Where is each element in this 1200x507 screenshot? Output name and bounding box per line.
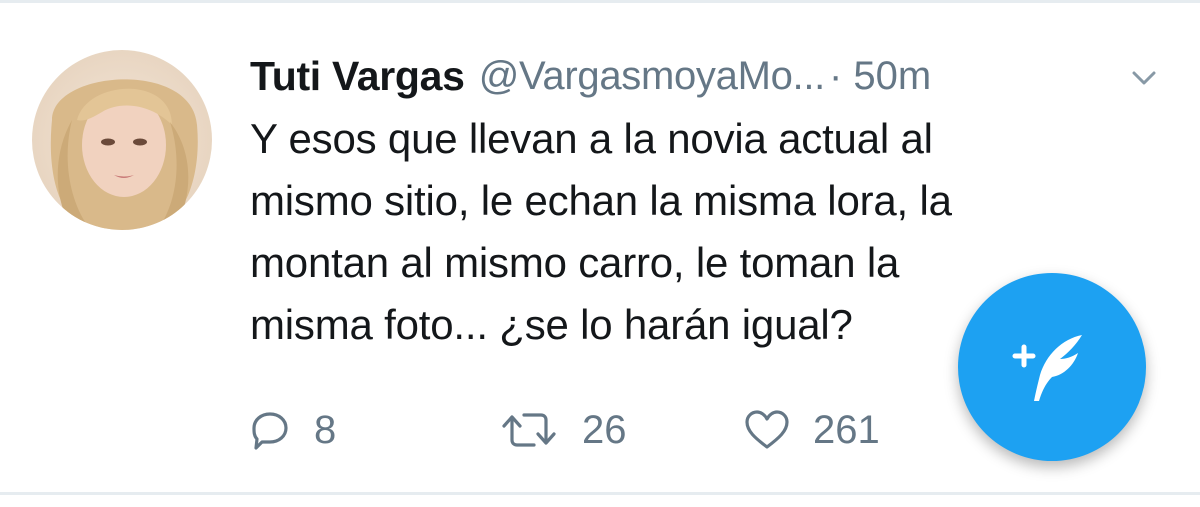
like-count: 261 <box>813 407 880 452</box>
divider-top <box>0 0 1200 3</box>
like-button[interactable]: 261 <box>743 408 943 453</box>
chevron-down-icon <box>1132 71 1156 85</box>
tweet-card[interactable]: Tuti Vargas @VargasmoyaMo... · 50m Y eso… <box>0 0 1200 507</box>
heart-icon <box>745 410 789 449</box>
compose-tweet-icon <box>1012 335 1082 401</box>
tweet-menu-button[interactable] <box>1126 60 1162 96</box>
author-name[interactable]: Tuti Vargas <box>250 53 465 100</box>
author-handle[interactable]: @VargasmoyaMo... <box>479 54 826 99</box>
reply-button[interactable]: 8 <box>248 408 498 453</box>
tweet-header: Tuti Vargas @VargasmoyaMo... · 50m <box>250 48 931 104</box>
tweet-timestamp[interactable]: · 50m <box>829 54 931 99</box>
tweet-actions: 8 26 261 <box>248 400 943 460</box>
divider-bottom <box>0 492 1200 495</box>
avatar[interactable] <box>32 50 212 230</box>
compose-tweet-button[interactable] <box>958 273 1146 461</box>
reply-count: 8 <box>314 407 337 452</box>
retweet-button[interactable]: 26 <box>498 408 743 453</box>
reply-icon <box>252 412 288 450</box>
retweet-count: 26 <box>582 407 627 452</box>
avatar-photo <box>32 50 212 230</box>
retweet-icon <box>502 413 556 447</box>
